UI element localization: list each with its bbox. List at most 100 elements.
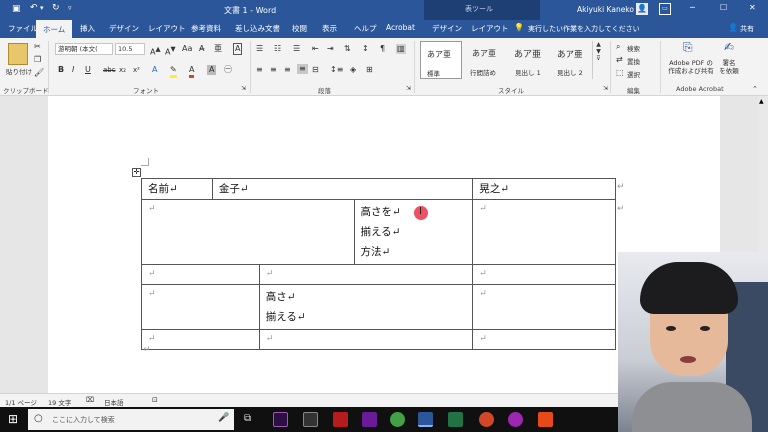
- taskbar-search-box[interactable]: ○ ここに入力して検索 🎤: [28, 409, 234, 430]
- redo-icon[interactable]: ↻: [52, 3, 60, 13]
- strikethrough-button[interactable]: abc: [103, 65, 116, 75]
- font-size-select[interactable]: 10.5: [115, 43, 145, 55]
- style-normal[interactable]: あア亜 標準: [420, 41, 462, 79]
- avatar[interactable]: 👤: [636, 3, 648, 15]
- table-cell[interactable]: ↵: [141, 199, 355, 265]
- tell-me-input[interactable]: 実行したい作業を入力してください: [528, 24, 640, 34]
- pdf-create-icon[interactable]: ⎘: [683, 41, 693, 53]
- table-cell[interactable]: ↵: [141, 284, 260, 330]
- underline-button[interactable]: U: [85, 65, 91, 75]
- style-no-spacing[interactable]: あア亜 行間詰め: [466, 41, 508, 79]
- share-icon[interactable]: 👤: [728, 23, 738, 32]
- distributed-icon[interactable]: ⊟: [312, 65, 319, 75]
- table-cell[interactable]: 高さ↵ 揃える↵: [258, 284, 474, 330]
- tab-file[interactable]: ファイル: [8, 23, 38, 34]
- italic-button[interactable]: I: [72, 65, 74, 75]
- microphone-icon[interactable]: 🎤: [218, 413, 229, 423]
- table-cell[interactable]: ↵: [472, 199, 616, 265]
- tab-home[interactable]: ホーム: [36, 20, 73, 38]
- table-cell[interactable]: ↵: [472, 284, 616, 330]
- format-painter-icon[interactable]: 🖌: [34, 68, 44, 78]
- bullets-icon[interactable]: ☰: [256, 44, 263, 54]
- char-border-icon[interactable]: A: [233, 43, 243, 55]
- tab-table-design[interactable]: デザイン: [432, 23, 462, 34]
- tab-acrobat[interactable]: Acrobat: [386, 23, 415, 32]
- save-icon[interactable]: ▣: [12, 4, 21, 14]
- line-spacing-icon[interactable]: ↕≡: [330, 65, 343, 75]
- asian-layout-icon[interactable]: ⇅: [344, 44, 351, 54]
- justify-icon[interactable]: ≡: [297, 64, 308, 74]
- char-border-toggle-icon[interactable]: ▥: [396, 44, 406, 54]
- enclose-char-icon[interactable]: ㊀: [224, 65, 232, 75]
- close-button[interactable]: ✕: [749, 3, 756, 12]
- multilevel-list-icon[interactable]: ☰: [293, 44, 300, 54]
- word-count[interactable]: 19 文字: [48, 397, 71, 407]
- style-heading-2[interactable]: あア亜 見出し 2: [553, 41, 591, 79]
- language-status[interactable]: 日本語: [104, 397, 124, 407]
- table-move-handle-icon[interactable]: ✛: [132, 168, 141, 177]
- word-icon[interactable]: [418, 412, 433, 427]
- tab-view[interactable]: 表示: [322, 23, 337, 34]
- replace-button[interactable]: 置換: [627, 56, 640, 66]
- decrease-indent-icon[interactable]: ⇤: [312, 44, 319, 54]
- font-color-icon[interactable]: A: [189, 65, 195, 78]
- superscript-button[interactable]: x²: [133, 65, 140, 75]
- align-right-icon[interactable]: ≡: [284, 65, 291, 75]
- sign-button[interactable]: 署名 を依頼: [716, 59, 742, 75]
- char-shading-icon[interactable]: A: [207, 65, 217, 75]
- numbering-icon[interactable]: ☷: [274, 44, 281, 54]
- tab-insert[interactable]: 挿入: [80, 23, 95, 34]
- styles-dialog-icon[interactable]: ⇲: [603, 84, 608, 94]
- font-name-select[interactable]: 游明朝 (本文(: [55, 43, 113, 55]
- tab-mailings[interactable]: 差し込み文書: [235, 23, 280, 34]
- table-cell[interactable]: 高さを↵ 揃える↵ 方法↵: [353, 199, 474, 265]
- filezilla-icon[interactable]: [333, 412, 348, 427]
- scroll-up-icon[interactable]: ▲: [759, 98, 764, 105]
- visual-studio-icon[interactable]: [362, 412, 377, 427]
- minimize-button[interactable]: ─: [690, 3, 695, 12]
- shrink-font-icon[interactable]: A▼: [165, 44, 176, 58]
- table-cell[interactable]: ↵: [472, 329, 616, 350]
- paragraph-dialog-icon[interactable]: ⇲: [406, 84, 411, 94]
- search-icon[interactable]: ⌕: [616, 42, 620, 52]
- change-case-icon[interactable]: Aa: [182, 44, 192, 54]
- borders-icon[interactable]: ⊞: [366, 65, 373, 75]
- paste-icon[interactable]: [8, 43, 28, 65]
- accessibility-icon[interactable]: ⊡: [152, 396, 158, 404]
- clear-format-icon[interactable]: A̶: [199, 44, 204, 54]
- table-cell[interactable]: ↵: [258, 264, 474, 285]
- align-left-icon[interactable]: ≡: [256, 65, 263, 75]
- grow-font-icon[interactable]: A▲: [150, 44, 161, 58]
- collapse-ribbon-icon[interactable]: ⌃: [752, 84, 758, 94]
- customize-icon[interactable]: ▿: [68, 4, 72, 12]
- share-button[interactable]: 共有: [740, 24, 754, 34]
- table-cell[interactable]: 晃之↵: [472, 178, 616, 200]
- highlight-icon[interactable]: ✎: [170, 65, 177, 78]
- sort-icon[interactable]: ↕: [362, 44, 369, 54]
- cut-icon[interactable]: ✂: [34, 42, 41, 52]
- font-dialog-icon[interactable]: ⇲: [241, 84, 246, 94]
- powerpoint-icon[interactable]: [479, 412, 494, 427]
- undo-icon[interactable]: ↶: [30, 3, 38, 13]
- tab-review[interactable]: 校閲: [292, 23, 307, 34]
- increase-indent-icon[interactable]: ⇥: [327, 44, 334, 54]
- tab-layout[interactable]: レイアウト: [148, 23, 186, 34]
- select-icon[interactable]: ⬚: [616, 68, 624, 78]
- windows-start-icon[interactable]: ⊞: [8, 412, 18, 426]
- table-cell[interactable]: 名前↵: [141, 178, 213, 200]
- premiere-icon[interactable]: [273, 412, 288, 427]
- app-icon[interactable]: [508, 412, 523, 427]
- align-center-icon[interactable]: ≡: [270, 65, 277, 75]
- shading-icon[interactable]: ◈: [350, 65, 356, 75]
- taskbar-search-input[interactable]: ここに入力して検索: [52, 415, 115, 425]
- word-table[interactable]: 名前↵ 金子↵ 晃之↵ ↵ 高さを↵ 揃える↵ 方法↵ ↵ ↵ ↵ ↵ ↵ 高さ…: [141, 178, 616, 350]
- chrome-icon[interactable]: [390, 412, 405, 427]
- ribbon-display-icon[interactable]: ▭: [659, 3, 671, 15]
- app-icon[interactable]: [538, 412, 553, 427]
- proofing-icon[interactable]: ⌧: [86, 396, 94, 404]
- tab-help[interactable]: ヘルプ: [354, 23, 377, 34]
- tab-design[interactable]: デザイン: [109, 23, 139, 34]
- signature-icon[interactable]: ✍: [724, 41, 734, 53]
- select-button[interactable]: 選択: [627, 69, 640, 79]
- styles-scroll[interactable]: ▲ ▼ ⊽: [592, 41, 604, 79]
